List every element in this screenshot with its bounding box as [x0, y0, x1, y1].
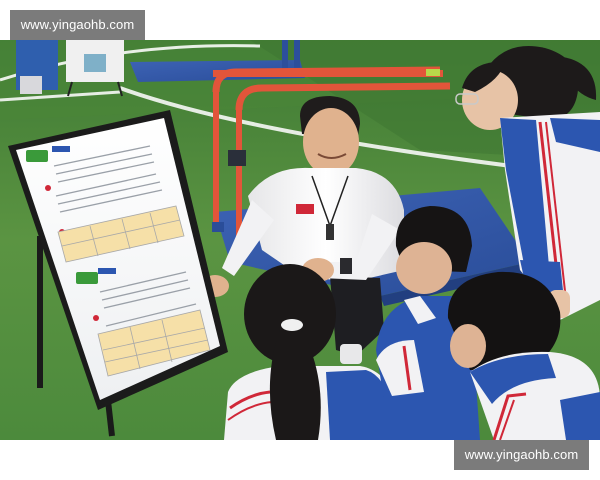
scene-photo: [0, 0, 600, 480]
page: www.yingaohb.com www.yingaohb.com: [0, 0, 600, 480]
watermark-bottom: www.yingaohb.com: [454, 440, 589, 470]
watermark-top: www.yingaohb.com: [10, 10, 145, 40]
